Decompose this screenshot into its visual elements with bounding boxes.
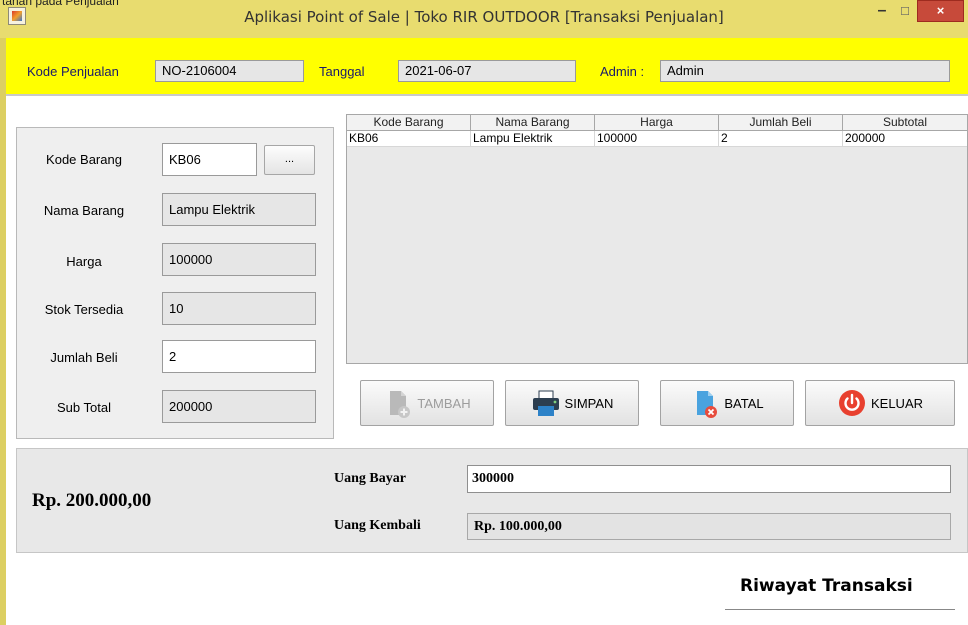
stok-tersedia-label: Stok Tersedia [44,302,124,317]
nama-barang-label: Nama Barang [43,203,125,218]
tanggal-label: Tanggal [319,64,365,79]
nama-barang-field[interactable]: Lampu Elektrik [162,193,316,226]
column-header[interactable]: Subtotal [843,115,967,131]
jumlah-beli-field[interactable]: 2 [162,340,316,373]
table-cell: Lampu Elektrik [471,131,595,147]
kode-barang-label: Kode Barang [46,152,122,167]
sub-total-field[interactable]: 200000 [162,390,316,423]
uang-bayar-field[interactable]: 300000 [467,465,951,493]
tanggal-field[interactable]: 2021-06-07 [398,60,576,82]
tambah-label: TAMBAH [417,395,471,411]
browse-item-button[interactable]: ... [264,145,315,175]
cancel-document-icon [690,388,720,418]
column-header[interactable]: Nama Barang [471,115,595,131]
cart-table[interactable]: Kode Barang Nama Barang Harga Jumlah Bel… [346,114,968,364]
close-button[interactable]: × [917,0,964,22]
stok-tersedia-field[interactable]: 10 [162,292,316,325]
uang-kembali-field[interactable]: Rp. 100.000,00 [467,513,951,540]
sub-total-label: Sub Total [57,400,111,415]
batal-label: BATAL [724,395,764,411]
batal-button[interactable]: BATAL [660,380,794,426]
keluar-button[interactable]: KELUAR [805,380,955,426]
uang-bayar-label: Uang Bayar [334,471,406,486]
table-header: Kode Barang Nama Barang Harga Jumlah Bel… [347,115,967,131]
kode-barang-field[interactable]: KB06 [162,143,257,176]
window-title: Aplikasi Point of Sale | Toko RIR OUTDOO… [244,8,724,26]
add-document-icon [383,388,413,418]
table-cell: 200000 [845,131,886,145]
printer-icon [531,388,561,418]
keluar-label: KELUAR [870,395,924,411]
harga-label: Harga [66,254,102,269]
table-cell: 100000 [595,131,719,147]
admin-field[interactable]: Admin [660,60,950,82]
heading-divider [725,609,955,610]
column-header[interactable]: Jumlah Beli [719,115,843,131]
jumlah-beli-label: Jumlah Beli [50,350,118,365]
minimize-button[interactable]: – [871,2,893,22]
kode-penjualan-label: Kode Penjualan [27,64,119,79]
tambah-button[interactable]: TAMBAH [360,380,494,426]
column-header[interactable]: Kode Barang [347,115,471,131]
uang-kembali-label: Uang Kembali [334,518,421,533]
harga-field[interactable]: 100000 [162,243,316,276]
kode-penjualan-field[interactable]: NO-2106004 [155,60,304,82]
cropped-caption: tahan pada Penjualan [2,0,119,8]
admin-label: Admin : [600,64,645,79]
table-cell: KB06 [347,131,471,147]
title-bar[interactable]: Aplikasi Point of Sale | Toko RIR OUTDOO… [0,0,968,38]
simpan-label: SIMPAN [564,395,614,411]
table-row[interactable]: KB06 Lampu Elektrik 100000 2 200000 [347,131,967,147]
maximize-button[interactable]: ☐ [893,2,917,22]
simpan-button[interactable]: SIMPAN [505,380,639,426]
column-header[interactable]: Harga [595,115,719,131]
table-cell: 2 [719,131,843,147]
total-amount: Rp. 200.000,00 [32,490,152,511]
riwayat-transaksi-heading: Riwayat Transaksi [740,576,913,596]
power-icon [837,388,867,418]
